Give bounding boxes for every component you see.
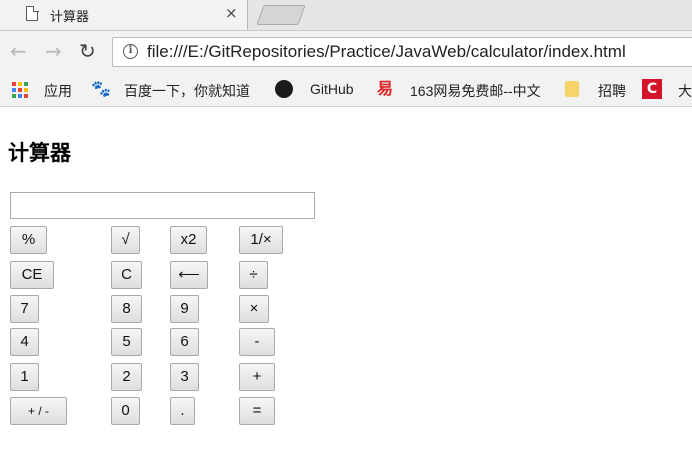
- toolbar: ← → ↻ i file:///E:/GitRepositories/Pract…: [0, 31, 692, 73]
- bookmark-163-mail[interactable]: 163网易免费邮--中文: [410, 81, 550, 101]
- add-button[interactable]: +: [239, 363, 275, 391]
- tab-strip: 计算器 ×: [0, 0, 692, 31]
- back-arrow-icon[interactable]: ←: [10, 40, 27, 62]
- percent-button[interactable]: %: [10, 226, 47, 254]
- page-title: 计算器: [8, 141, 71, 165]
- bookmark-github[interactable]: GitHub: [310, 81, 354, 97]
- close-icon[interactable]: ×: [225, 4, 238, 22]
- decimal-point-button[interactable]: .: [170, 397, 195, 425]
- reload-icon[interactable]: ↻: [79, 40, 96, 62]
- page-icon: [26, 5, 39, 21]
- bookmark-zhaopin[interactable]: 招聘: [598, 81, 626, 101]
- tab-calculator[interactable]: 计算器 ×: [0, 0, 248, 30]
- bookmark-apps[interactable]: 应用: [44, 81, 72, 101]
- square-button[interactable]: x2: [170, 226, 207, 254]
- url-text[interactable]: file:///E:/GitRepositories/Practice/Java…: [147, 42, 626, 62]
- digit-4-button[interactable]: 4: [10, 328, 39, 356]
- github-icon: [275, 80, 293, 98]
- clear-entry-button[interactable]: CE: [10, 261, 54, 289]
- digit-7-button[interactable]: 7: [10, 295, 39, 323]
- digit-0-button[interactable]: 0: [111, 397, 140, 425]
- folder-icon: [565, 81, 579, 97]
- c-logo-icon: C: [642, 79, 662, 99]
- apps-icon[interactable]: [12, 82, 28, 98]
- equals-button[interactable]: =: [239, 397, 275, 425]
- forward-arrow-icon[interactable]: →: [45, 40, 62, 62]
- clear-button[interactable]: C: [111, 261, 142, 289]
- page-content: 计算器 % √ x2 1/× CE C ⟵ ÷ 7 8 9 × 4 5 6 - …: [0, 107, 692, 452]
- digit-8-button[interactable]: 8: [111, 295, 142, 323]
- subtract-button[interactable]: -: [239, 328, 275, 356]
- digit-6-button[interactable]: 6: [170, 328, 199, 356]
- address-bar[interactable]: i file:///E:/GitRepositories/Practice/Ja…: [112, 37, 692, 67]
- new-tab-button[interactable]: [256, 5, 306, 25]
- bookmark-truncated[interactable]: 大: [678, 81, 692, 101]
- digit-3-button[interactable]: 3: [170, 363, 199, 391]
- calculator-display[interactable]: [10, 192, 315, 219]
- divide-button[interactable]: ÷: [239, 261, 268, 289]
- digit-2-button[interactable]: 2: [111, 363, 142, 391]
- digit-5-button[interactable]: 5: [111, 328, 142, 356]
- digit-9-button[interactable]: 9: [170, 295, 199, 323]
- info-icon[interactable]: i: [123, 44, 138, 59]
- bookmarks-bar: 应用 🐾 百度一下，你就知道 GitHub 易 163网易免费邮--中文 招聘 …: [0, 74, 692, 107]
- backspace-button[interactable]: ⟵: [170, 261, 208, 289]
- netease-icon: 易: [377, 79, 394, 98]
- baidu-paw-icon: 🐾: [91, 79, 111, 98]
- digit-1-button[interactable]: 1: [10, 363, 39, 391]
- bookmark-baidu[interactable]: 百度一下，你就知道: [124, 81, 250, 101]
- sqrt-button[interactable]: √: [111, 226, 140, 254]
- reciprocal-button[interactable]: 1/×: [239, 226, 283, 254]
- multiply-button[interactable]: ×: [239, 295, 269, 323]
- browser-chrome: 计算器 × ← → ↻ i file:///E:/GitRepositories…: [0, 0, 692, 107]
- tab-title: 计算器: [50, 10, 90, 25]
- toggle-sign-button[interactable]: + / -: [10, 397, 67, 425]
